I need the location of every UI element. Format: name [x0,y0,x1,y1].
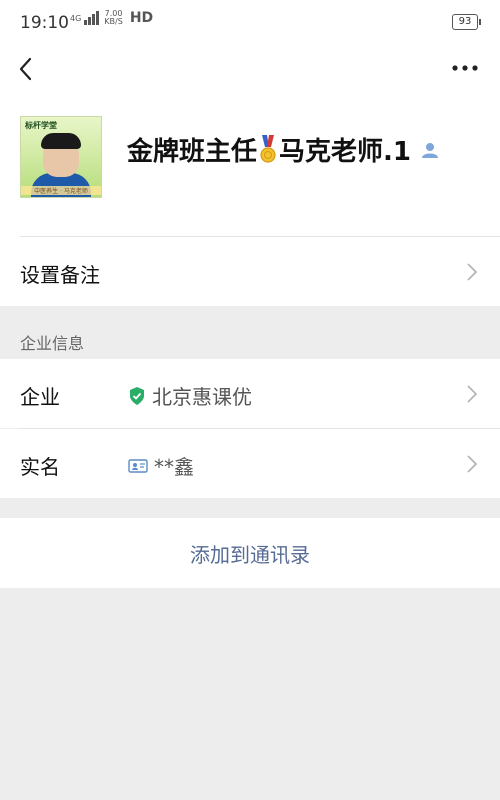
chevron-right-icon [467,263,478,281]
company-value: 北京惠课优 [152,385,252,409]
realname-value: **鑫 [154,455,194,479]
avatar-logo-text: 标杆学堂 [25,121,57,130]
status-bar: 19:10 4G 7.00 KB/S HD 93 [0,0,500,46]
verified-shield-icon [130,386,144,405]
contact-name: 金牌班主任 马克老师.1 [127,131,439,168]
realname-label: 实名 [20,455,60,479]
add-to-contacts-label: 添加到通讯录 [190,542,310,567]
enterprise-section-header: 企业信息 [0,306,500,359]
name-part1: 金牌班主任 [127,137,258,167]
hd-indicator: HD [129,10,154,26]
realname-value-wrap: **鑫 [128,451,194,480]
back-chevron-icon[interactable] [14,54,40,84]
battery-level: 93 [458,16,472,27]
company-value-wrap: 北京惠课优 [128,381,252,410]
network-type: 4G [70,13,82,23]
avatar-hair [41,133,81,149]
id-card-icon [128,458,148,473]
set-remark-label: 设置备注 [20,263,100,287]
profile-card: 标杆学堂 中医养生 · 马克老师 金牌班主任 马克老师.1 [0,96,500,236]
company-label: 企业 [20,385,60,409]
section-title: 企业信息 [20,334,85,353]
status-time: 19:10 [20,13,69,33]
nav-bar [0,46,500,96]
realname-row[interactable]: 实名 **鑫 [0,429,500,498]
add-to-contacts-button[interactable]: 添加到通讯录 [0,518,500,588]
status-icons: 4G 7.00 KB/S HD [70,10,154,27]
user-badge-icon [421,142,438,158]
medal-icon [260,134,276,163]
name-part2: 马克老师.1 [279,137,411,167]
section-gap [0,498,500,518]
signal-icon [84,11,100,25]
chevron-right-icon [467,455,478,473]
avatar[interactable]: 标杆学堂 中医养生 · 马克老师 [20,116,102,198]
speed-unit: KB/S [104,17,123,26]
network-speed: 7.00 KB/S [104,10,123,26]
battery-icon: 93 [452,14,481,30]
chevron-right-icon [467,385,478,403]
company-row[interactable]: 企业 北京惠课优 [0,359,500,428]
more-ellipsis-icon[interactable] [450,58,480,78]
avatar-caption: 中医养生 · 马克老师 [21,186,101,195]
set-remark-row[interactable]: 设置备注 [0,237,500,306]
